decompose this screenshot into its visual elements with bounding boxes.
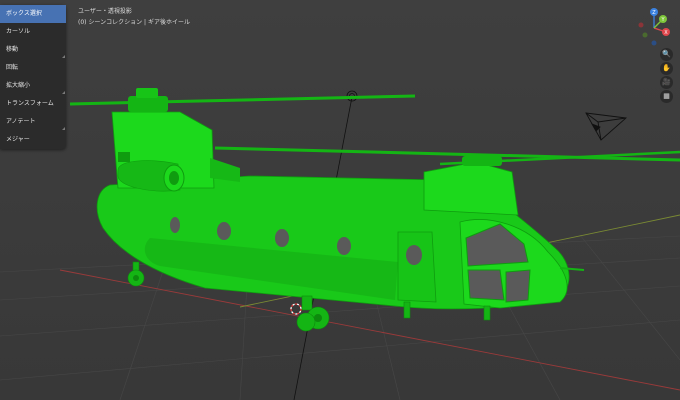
zoom-icon[interactable]: 🔍 bbox=[660, 48, 673, 61]
tool-label: 移動 bbox=[6, 46, 19, 53]
viewport-info: ユーザー・透視投影 (0) シーンコレクション | ギア後ホイール bbox=[78, 6, 190, 28]
3d-viewport[interactable] bbox=[0, 0, 680, 400]
pan-hand-icon[interactable]: ✋ bbox=[660, 62, 673, 75]
ortho-grid-icon[interactable]: ▦ bbox=[660, 90, 673, 103]
tool-transform[interactable]: トランスフォーム bbox=[0, 95, 66, 113]
camera-view-icon[interactable]: 🎥 bbox=[660, 76, 673, 89]
gizmo-neg-x bbox=[638, 22, 644, 28]
tool-cursor[interactable]: カーソル bbox=[0, 23, 66, 41]
navigation-gizmo[interactable]: Z Y X bbox=[628, 4, 672, 48]
view-mode-label: ユーザー・透視投影 bbox=[78, 8, 132, 15]
submenu-corner-icon bbox=[62, 127, 65, 130]
tool-label: 回転 bbox=[6, 64, 19, 71]
submenu-corner-icon bbox=[62, 55, 65, 58]
tool-box-select[interactable]: ボックス選択 bbox=[0, 5, 66, 23]
tool-rotate[interactable]: 回転 bbox=[0, 59, 66, 77]
tool-label: トランスフォーム bbox=[6, 100, 54, 107]
tool-annotate[interactable]: アノテート bbox=[0, 113, 66, 131]
submenu-corner-icon bbox=[62, 91, 65, 94]
tool-menu: ボックス選択 カーソル 移動 回転 拡大縮小 トランスフォーム アノテート メジ… bbox=[0, 5, 66, 149]
tool-label: カーソル bbox=[6, 28, 31, 35]
tool-measure[interactable]: メジャー bbox=[0, 131, 66, 149]
svg-text:Z: Z bbox=[652, 10, 656, 16]
tool-label: メジャー bbox=[6, 136, 30, 143]
tool-label: 拡大縮小 bbox=[6, 82, 31, 89]
tool-scale[interactable]: 拡大縮小 bbox=[0, 77, 66, 95]
tool-move[interactable]: 移動 bbox=[0, 41, 66, 59]
gizmo-neg-z bbox=[651, 40, 657, 46]
svg-text:X: X bbox=[664, 30, 668, 36]
tool-label: ボックス選択 bbox=[6, 10, 42, 17]
gizmo-neg-y bbox=[642, 32, 648, 38]
collection-label: (0) シーンコレクション | ギア後ホイール bbox=[78, 19, 190, 26]
tool-label: アノテート bbox=[6, 118, 36, 125]
